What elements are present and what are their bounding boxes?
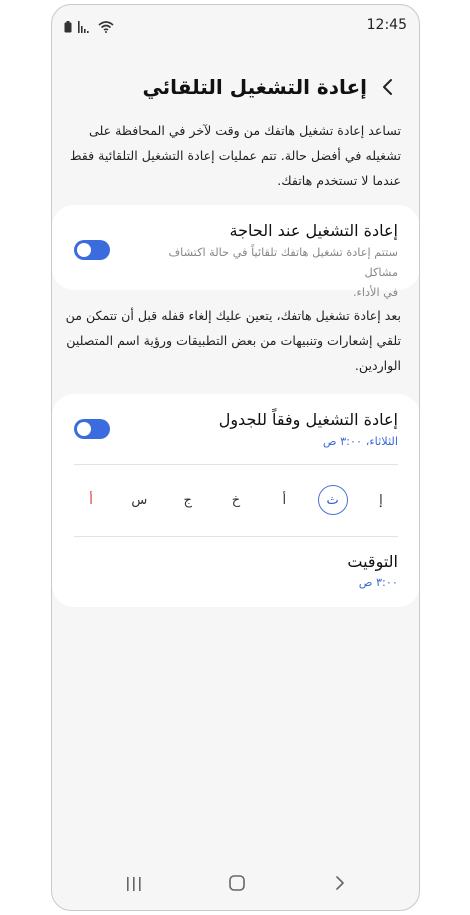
- toggle-knob: [77, 422, 91, 436]
- recents-icon: [126, 876, 142, 895]
- description-line: في الأداء.: [352, 286, 398, 299]
- home-icon: [229, 875, 245, 895]
- chevron-left-icon: [381, 78, 393, 100]
- day-friday[interactable]: ج: [173, 485, 203, 515]
- wifi-icon: [98, 18, 114, 37]
- intro-description: تساعد إعادة تشغيل هاتفك من وقت لآخر في ا…: [65, 118, 401, 193]
- day-saturday[interactable]: إ: [366, 485, 396, 515]
- intro-line: تساعد إعادة تشغيل هاتفك من وقت لآخر في ا…: [88, 123, 401, 138]
- day-thursday[interactable]: خ: [221, 485, 251, 515]
- back-nav-button[interactable]: [326, 874, 354, 896]
- note-line: الواردين.: [354, 358, 401, 373]
- day-saturday-s[interactable]: س: [124, 485, 154, 515]
- scheduled-restart-card: إعادة التشغيل وفقاً للجدول الثلاثاء، ٣:٠…: [52, 394, 419, 607]
- scheduled-restart-title[interactable]: إعادة التشغيل وفقاً للجدول: [219, 410, 398, 429]
- intro-line: تشغيله في أفضل حالة. تتم عمليات إعادة ال…: [69, 148, 401, 163]
- intro-line: عندما لا تستخدم هاتفك.: [277, 173, 401, 188]
- timing-value: ٣:٠٠ ص: [358, 576, 398, 589]
- page-title: إعادة التشغيل التلقائي: [142, 75, 367, 99]
- navigation-bar: [52, 860, 419, 910]
- phone-screen: 12:45 إعادة التشغيل التلقائي تساعد إعادة…: [51, 4, 420, 911]
- recents-button[interactable]: [120, 874, 148, 896]
- restart-when-needed-toggle[interactable]: [74, 240, 110, 260]
- battery-icon: [64, 18, 72, 37]
- divider: [74, 464, 398, 465]
- chevron-right-icon: [335, 875, 345, 895]
- status-icons: [64, 18, 114, 37]
- divider: [74, 536, 398, 537]
- description-line: ستتم إعادة تشغيل هاتفك تلقائياً في حالة …: [168, 246, 398, 279]
- signal-icon: [78, 18, 92, 37]
- home-button[interactable]: [223, 874, 251, 896]
- day-sunday[interactable]: أ: [76, 485, 106, 515]
- status-bar: 12:45: [52, 5, 419, 45]
- toggle-knob: [77, 243, 91, 257]
- back-button[interactable]: [375, 75, 399, 103]
- restart-when-needed-card[interactable]: إعادة التشغيل عند الحاجة ستتم إعادة تشغي…: [52, 205, 419, 299]
- restart-when-needed-title: إعادة التشغيل عند الحاجة: [229, 221, 398, 240]
- unlock-note: بعد إعادة تشغيل هاتفك، يتعين عليك إلغاء …: [65, 303, 401, 378]
- page-header: إعادة التشغيل التلقائي: [52, 69, 419, 109]
- restart-when-needed-description: ستتم إعادة تشغيل هاتفك تلقائياً في حالة …: [138, 243, 398, 303]
- status-time: 12:45: [366, 17, 407, 33]
- scheduled-restart-subtitle: الثلاثاء، ٣:٠٠ ص: [322, 435, 398, 448]
- timing-label[interactable]: التوقيت: [347, 552, 398, 571]
- scheduled-restart-toggle[interactable]: [74, 419, 110, 439]
- note-line: تلقي إشعارات وتنبيهات من بعض التطبيقات و…: [66, 333, 401, 348]
- day-selector: إ ث أ خ ج س أ: [76, 485, 396, 515]
- day-monday[interactable]: أ: [269, 485, 299, 515]
- day-tuesday[interactable]: ث: [317, 485, 348, 515]
- note-line: بعد إعادة تشغيل هاتفك، يتعين عليك إلغاء …: [65, 308, 401, 323]
